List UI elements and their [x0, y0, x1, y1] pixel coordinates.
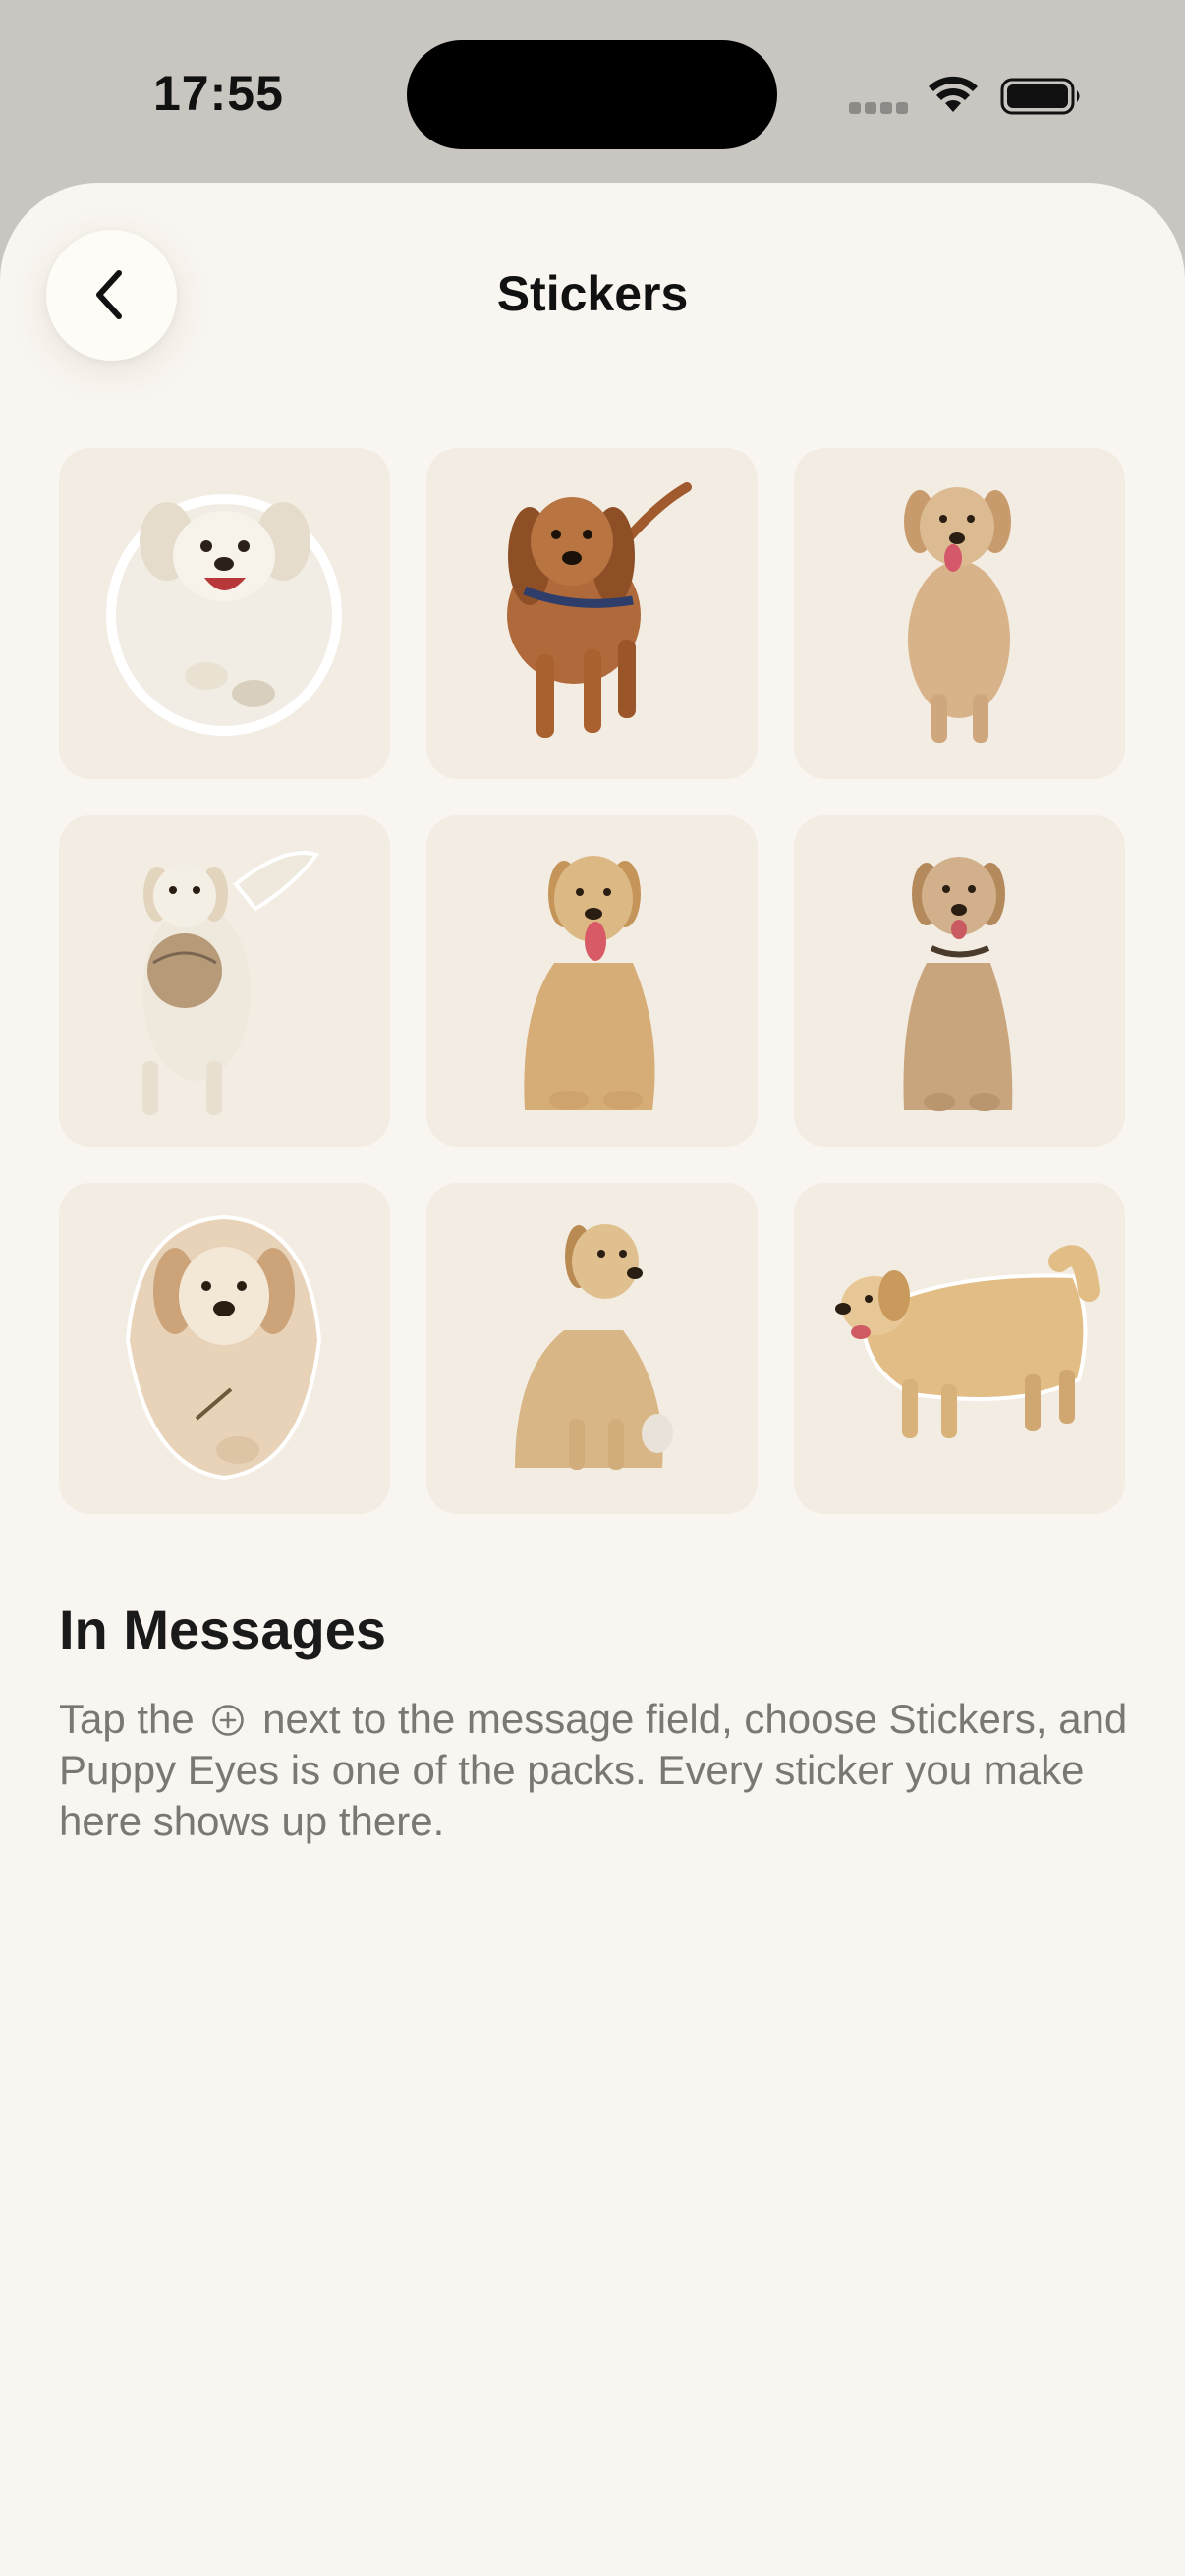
sticker-cell[interactable] — [794, 1183, 1125, 1514]
battery-icon — [1000, 78, 1080, 115]
sticker-cell[interactable] — [59, 448, 390, 779]
dog-sticker-image — [106, 494, 342, 736]
status-bar: 17:55 — [0, 0, 1185, 187]
stickers-sheet: Stickers In Messages Tap the next to the… — [0, 183, 1185, 2576]
sticker-cell[interactable] — [59, 1183, 390, 1514]
body-text-start: Tap the — [59, 1696, 195, 1742]
dog-sticker-image — [835, 1245, 1100, 1438]
sticker-cell[interactable] — [794, 448, 1125, 779]
sticker-cell[interactable] — [794, 815, 1125, 1147]
dynamic-island — [407, 40, 777, 149]
dog-sticker-image — [904, 487, 1011, 743]
section-body: Tap the next to the message field, choos… — [59, 1694, 1130, 1847]
sticker-cell[interactable] — [59, 815, 390, 1147]
sticker-cell[interactable] — [426, 1183, 758, 1514]
plus-circle-icon — [212, 1705, 245, 1736]
dog-sticker-image — [515, 1224, 673, 1470]
sticker-cell[interactable] — [426, 448, 758, 779]
dog-sticker-image — [142, 851, 320, 1115]
section-heading: In Messages — [59, 1598, 387, 1660]
cellular-signal-icon — [849, 102, 908, 116]
sticker-grid — [59, 448, 1126, 1514]
dog-sticker-image — [524, 856, 655, 1110]
dog-sticker-image — [125, 1214, 322, 1481]
page-title: Stickers — [496, 266, 689, 321]
screen: 17:55 Stickers In Messages Tap the next … — [0, 0, 1185, 2576]
dog-sticker-image — [903, 857, 1013, 1111]
sticker-cell[interactable] — [426, 815, 758, 1147]
status-time: 17:55 — [153, 66, 284, 121]
dog-sticker-image — [507, 482, 692, 738]
wifi-icon — [929, 76, 978, 112]
